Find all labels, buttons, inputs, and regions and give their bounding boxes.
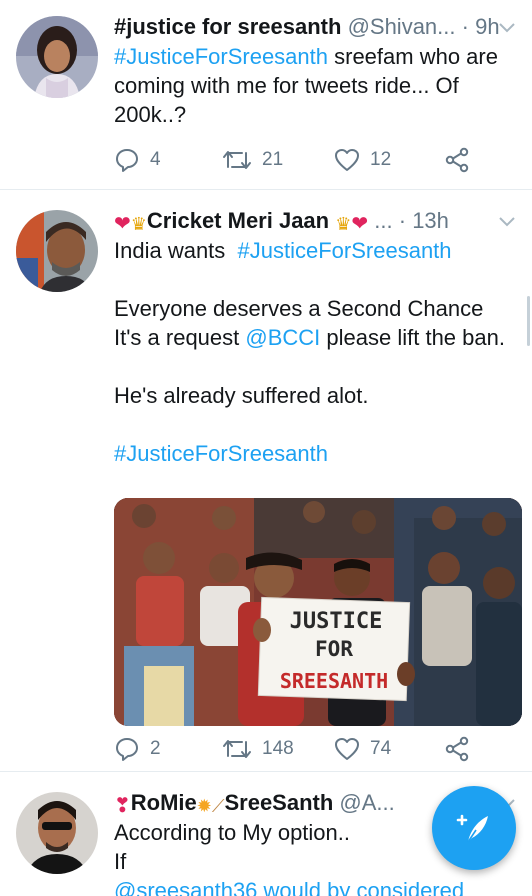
sign-text-line2: FOR [315, 637, 353, 661]
tweet[interactable]: #justice for sreesanth @Shivan... · 9h #… [0, 0, 532, 190]
share-button[interactable] [444, 734, 470, 764]
tweet-text-line: It's a request [114, 325, 246, 350]
tweet-text-line: please lift the ban. [320, 325, 505, 350]
tweet-text-line: India wants [114, 238, 226, 263]
hashtag-link[interactable]: #JusticeForSreesanth [238, 238, 452, 263]
reply-button[interactable]: 4 [114, 145, 161, 175]
tweet-media-image[interactable]: JUSTICE FOR SREESANTH [114, 498, 522, 726]
timestamp[interactable]: 13h [412, 208, 449, 233]
crown-emoji-icon: ♛ [335, 214, 352, 234]
reply-count: 2 [150, 738, 161, 759]
hashtag-link[interactable]: #JusticeForSreesanth [114, 44, 328, 69]
retweet-icon [223, 740, 251, 758]
tweet-text-line: coming with me for tweets ride... Of [114, 73, 459, 98]
retweet-count: 21 [262, 149, 284, 170]
avatar-image [16, 16, 98, 98]
chevron-down-icon[interactable] [496, 12, 518, 42]
tweet-text-line: Everyone deserves a Second Chance [114, 296, 484, 321]
tweet-text-line: sreefam who are [328, 44, 498, 69]
tweet-text-line: He's already suffered alot. [114, 383, 369, 408]
tweet-text: India wants #JusticeForSreesanth Everyon… [114, 236, 518, 468]
mention-link[interactable]: @BCCI [245, 325, 320, 350]
reply-count: 4 [150, 149, 161, 170]
sign-text-line1: JUSTICE [290, 609, 383, 634]
display-name[interactable]: #justice for sreesanth [114, 14, 341, 39]
compose-tweet-button[interactable] [432, 786, 516, 870]
stadium-crowd-photo: JUSTICE FOR SREESANTH [114, 498, 522, 726]
crown-emoji-icon: ♛ [130, 214, 147, 234]
tweet-actions: 2 148 74 [114, 734, 484, 764]
like-button[interactable]: 12 [334, 145, 391, 175]
heart-emoji-icon: ❤ [114, 213, 131, 235]
avatar-image [16, 210, 98, 292]
retweet-button[interactable]: 21 [222, 145, 283, 175]
avatar-image [16, 792, 98, 874]
like-count: 12 [370, 149, 392, 170]
share-button[interactable] [444, 145, 470, 175]
tweet-text: #JusticeForSreesanth sreefam who are com… [114, 42, 518, 129]
like-button[interactable]: 74 [334, 734, 391, 764]
mention-link[interactable]: @sreesanth36 would by considered [114, 876, 518, 896]
heart-emoji-icon: ❤ [351, 213, 369, 235]
reply-button[interactable]: 2 [114, 734, 161, 764]
heart-emoji-icon: ❣ [114, 795, 131, 817]
display-name[interactable]: RoMie [131, 790, 197, 815]
user-handle[interactable]: @Shivan... [348, 14, 456, 39]
cricket-bat-emoji-icon: ⟋ [211, 796, 225, 816]
tweet-header: #justice for sreesanth @Shivan... · 9h [114, 12, 518, 42]
separator-dot: · [398, 208, 407, 233]
user-handle[interactable]: @A... [339, 790, 394, 815]
hashtag-link[interactable]: #JusticeForSreesanth [114, 441, 328, 466]
retweet-icon [223, 151, 251, 169]
share-icon [445, 147, 469, 173]
retweet-count: 148 [262, 738, 294, 759]
tweet-text-line: 200k..? [114, 102, 187, 127]
reply-icon [116, 149, 138, 172]
sign-text-line3: SREESANTH [280, 669, 388, 693]
scrollbar-thumb[interactable] [527, 296, 530, 346]
retweet-button[interactable]: 148 [222, 734, 294, 764]
display-name-part2[interactable]: SreeSanth [224, 790, 333, 815]
tweet-actions: 4 21 12 [114, 145, 484, 175]
display-name[interactable]: Cricket Meri Jaan [147, 208, 329, 233]
collision-emoji-icon: ✹ [196, 796, 212, 816]
separator-dot: · [461, 14, 469, 39]
tweet-header: ❤♛Cricket Meri Jaan ♛❤ ... · 13h [114, 206, 518, 236]
tweet[interactable]: ❤♛Cricket Meri Jaan ♛❤ ... · 13h India w… [0, 190, 532, 772]
like-count: 74 [370, 738, 392, 759]
like-icon [335, 738, 359, 760]
avatar[interactable] [16, 792, 98, 874]
compose-tweet-icon [456, 814, 488, 843]
share-icon [445, 736, 469, 762]
reply-icon [116, 738, 138, 761]
avatar[interactable] [16, 210, 98, 292]
chevron-down-icon[interactable] [496, 206, 518, 236]
avatar[interactable] [16, 16, 98, 98]
truncated-handle[interactable]: ... [374, 208, 392, 233]
like-icon [335, 149, 359, 171]
